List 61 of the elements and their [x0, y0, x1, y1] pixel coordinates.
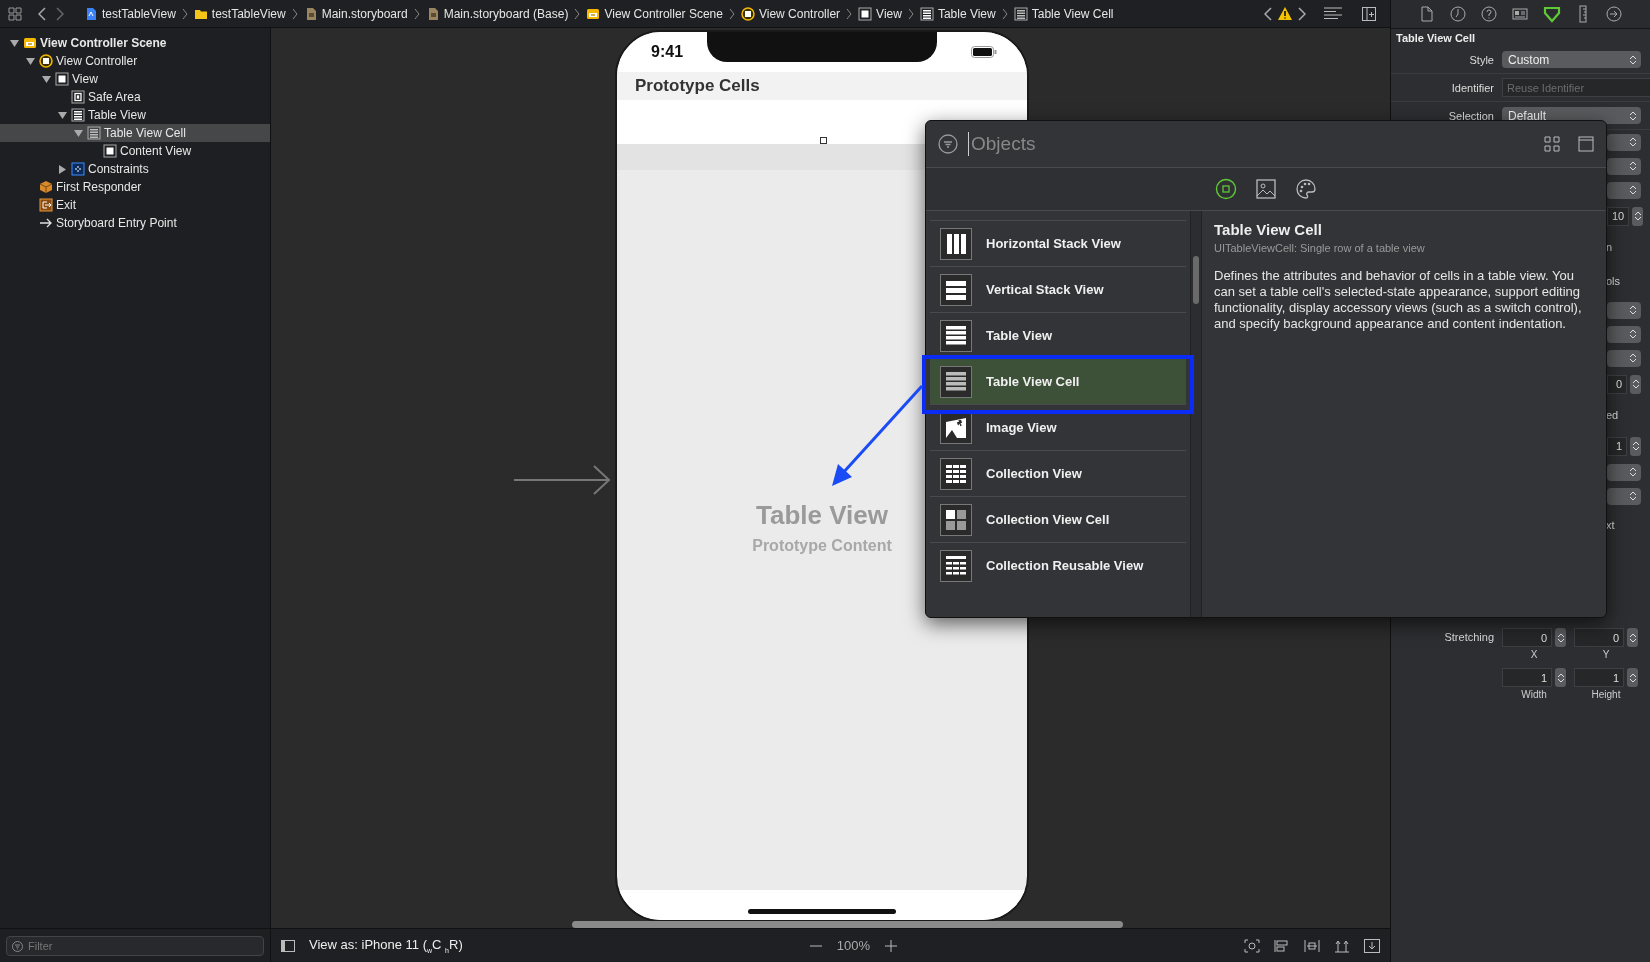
device-label[interactable]: View as: iPhone 11 ($_{w}$C $_{h}$R): [309, 937, 463, 954]
field-label: Style: [1468, 53, 1495, 66]
breadcrumb-item[interactable]: View Controller: [740, 6, 841, 21]
filter-field[interactable]: Filter: [6, 935, 264, 956]
number-field[interactable]: 0: [1607, 374, 1627, 394]
breadcrumb-item[interactable]: testTableView: [193, 6, 286, 21]
text-field[interactable]: Reuse Identifier: [1502, 78, 1650, 97]
breadcrumb-item[interactable]: View Controller Scene: [586, 6, 723, 21]
library-item[interactable]: Table View: [930, 312, 1186, 358]
outline-item[interactable]: Constraints: [0, 160, 270, 178]
field-caption: Width: [1521, 689, 1547, 700]
placeholder-subtitle: Prototype Content: [752, 537, 892, 555]
field-label: ols: [1606, 275, 1621, 287]
field-caption: Height: [1591, 689, 1621, 700]
breadcrumb-item[interactable]: Main.storyboard: [303, 6, 408, 21]
number-field[interactable]: 10: [1607, 206, 1630, 226]
detail-subtitle: UITableViewCell: Single row of a table view: [1214, 242, 1426, 254]
library-item[interactable]: Collection View: [930, 450, 1186, 496]
field-caption: Y: [1602, 649, 1610, 660]
breadcrumb-item[interactable]: Main.storyboard (Base): [425, 6, 569, 21]
outline-item[interactable]: Exit: [0, 196, 270, 214]
library-item[interactable]: Collection Reusable View: [930, 542, 1186, 588]
outline-item[interactable]: Table View Cell: [0, 124, 270, 142]
outline-item[interactable]: Content View: [0, 142, 270, 160]
outline-item[interactable]: View Controller: [0, 52, 270, 70]
navigation-title: Prototype Cells: [635, 76, 760, 96]
breadcrumb-item[interactable]: View: [858, 6, 902, 21]
library-item[interactable]: Image View: [930, 404, 1186, 450]
library-item[interactable]: Horizontal Stack View: [930, 220, 1186, 266]
search-field[interactable]: Objects: [968, 132, 1534, 156]
popup-button[interactable]: Custom: [1502, 51, 1641, 68]
number-field[interactable]: 1: [1574, 668, 1624, 687]
field-label: Selection: [1447, 109, 1495, 122]
placeholder-title: Table View: [756, 500, 888, 531]
outline-item[interactable]: View Controller Scene: [0, 34, 270, 52]
library-item[interactable]: Vertical Stack View: [930, 266, 1186, 312]
outline-item[interactable]: Safe Area: [0, 88, 270, 106]
outline-item[interactable]: First Responder: [0, 178, 270, 196]
breadcrumb-item[interactable]: Table View Cell: [1013, 6, 1114, 21]
library-item[interactable]: Collection View Cell: [930, 496, 1186, 542]
field-label: ed: [1606, 409, 1619, 421]
number-field[interactable]: 1: [1607, 436, 1627, 456]
status-time: 9:41: [651, 43, 684, 61]
outline-item[interactable]: Storyboard Entry Point: [0, 214, 270, 232]
field-label: Stretching: [1443, 630, 1495, 643]
detail-title: Table View Cell: [1214, 221, 1323, 238]
number-field[interactable]: 0: [1574, 628, 1624, 647]
field-label: xt: [1606, 519, 1615, 531]
breadcrumb-item[interactable]: Table View: [919, 6, 996, 21]
breadcrumb-item[interactable]: testTableView: [84, 6, 176, 21]
outline-item[interactable]: Table View: [0, 106, 270, 124]
inspector-title: Table View Cell: [1395, 31, 1477, 46]
detail-description: Defines the attributes and behavior of cells in a table view. You can set a table cell's selected-state appearance, support editing functionality, display accessory views (such as a switch control), and specify background appearance and content indentation.: [1214, 268, 1583, 332]
field-label: Identifier: [1450, 81, 1495, 94]
field-label: n: [1606, 241, 1613, 253]
field-caption: X: [1530, 649, 1538, 660]
outline-item[interactable]: View: [0, 70, 270, 88]
library-item[interactable]: Table View Cell: [930, 358, 1186, 404]
number-field[interactable]: 1: [1502, 668, 1552, 687]
number-field[interactable]: 0: [1502, 628, 1552, 647]
zoom-level[interactable]: 100%: [836, 938, 870, 953]
